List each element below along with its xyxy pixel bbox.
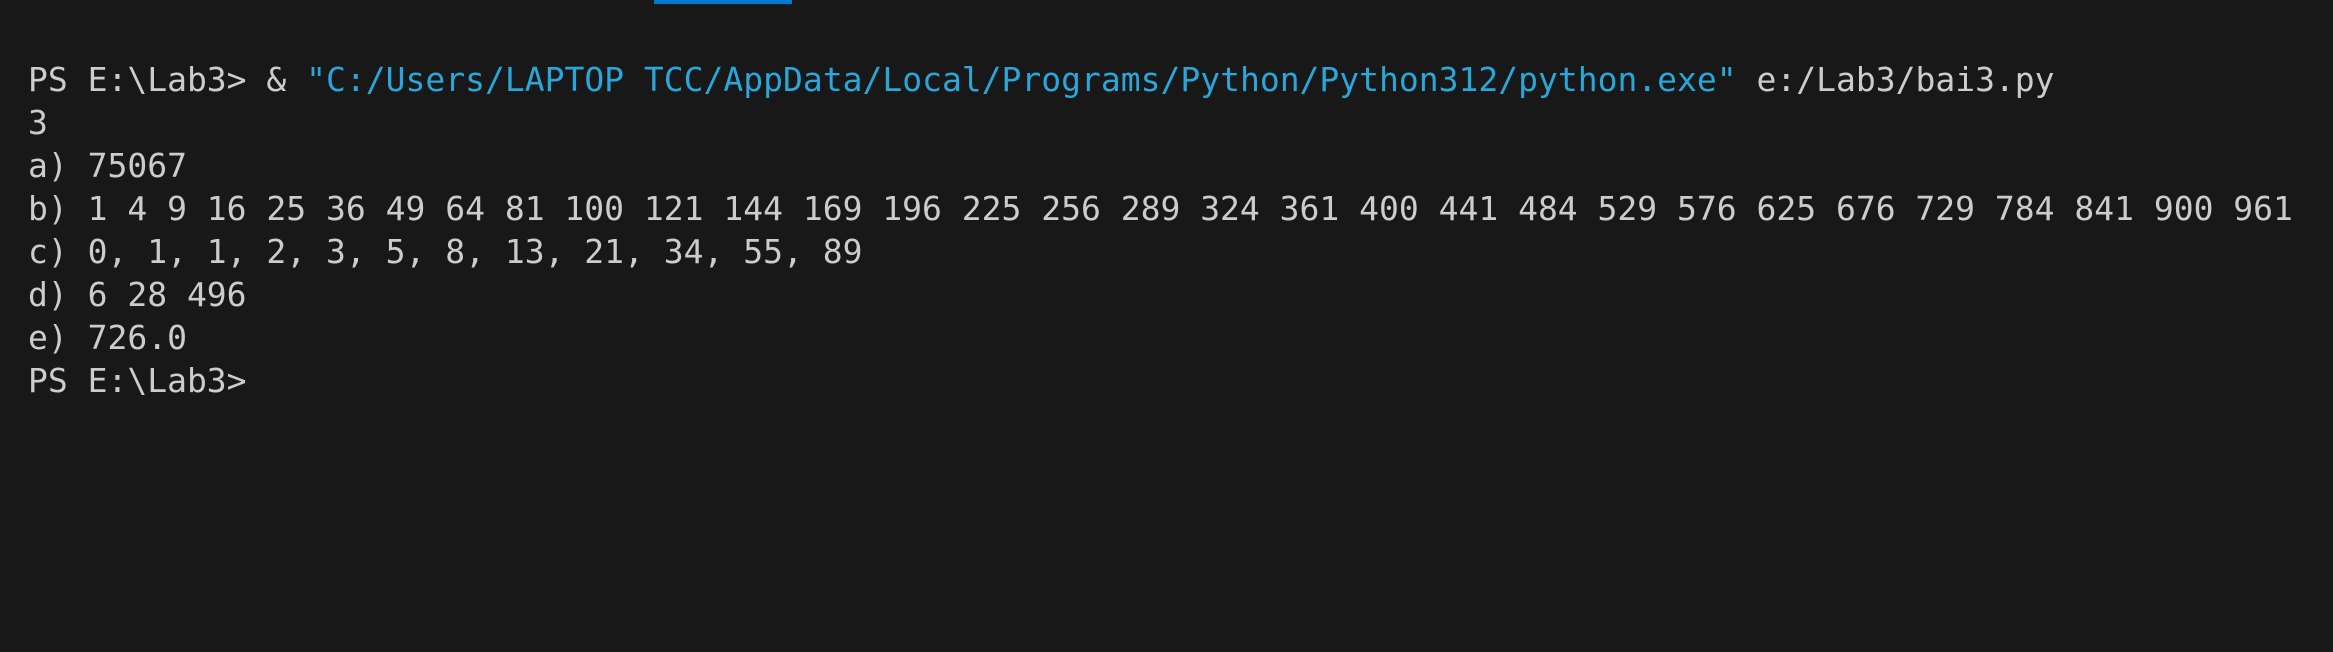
output-line: 3	[28, 103, 48, 142]
final-prompt: PS E:\Lab3>	[28, 361, 247, 400]
output-line: e) 726.0	[28, 318, 187, 357]
call-operator: &	[266, 60, 307, 99]
final-prompt-line[interactable]: PS E:\Lab3>	[28, 359, 2293, 402]
command-line: PS E:\Lab3> & "C:/Users/LAPTOP TCC/AppDa…	[28, 58, 2293, 101]
output-line: d) 6 28 496	[28, 275, 247, 314]
output-line: b) 1 4 9 16 25 36 49 64 81 100 121 144 1…	[28, 189, 2293, 228]
terminal-output: PS E:\Lab3> & "C:/Users/LAPTOP TCC/AppDa…	[28, 58, 2293, 402]
output-line: c) 0, 1, 1, 2, 3, 5, 8, 13, 21, 34, 55, …	[28, 232, 863, 271]
active-tab-indicator	[654, 0, 792, 4]
output-line: a) 75067	[28, 146, 187, 185]
python-exe-path: "C:/Users/LAPTOP TCC/AppData/Local/Progr…	[306, 60, 1737, 99]
prompt: PS E:\Lab3>	[28, 60, 267, 99]
script-argument: e:/Lab3/bai3.py	[1736, 60, 2055, 99]
terminal-panel[interactable]: PS E:\Lab3> & "C:/Users/LAPTOP TCC/AppDa…	[0, 0, 2333, 652]
